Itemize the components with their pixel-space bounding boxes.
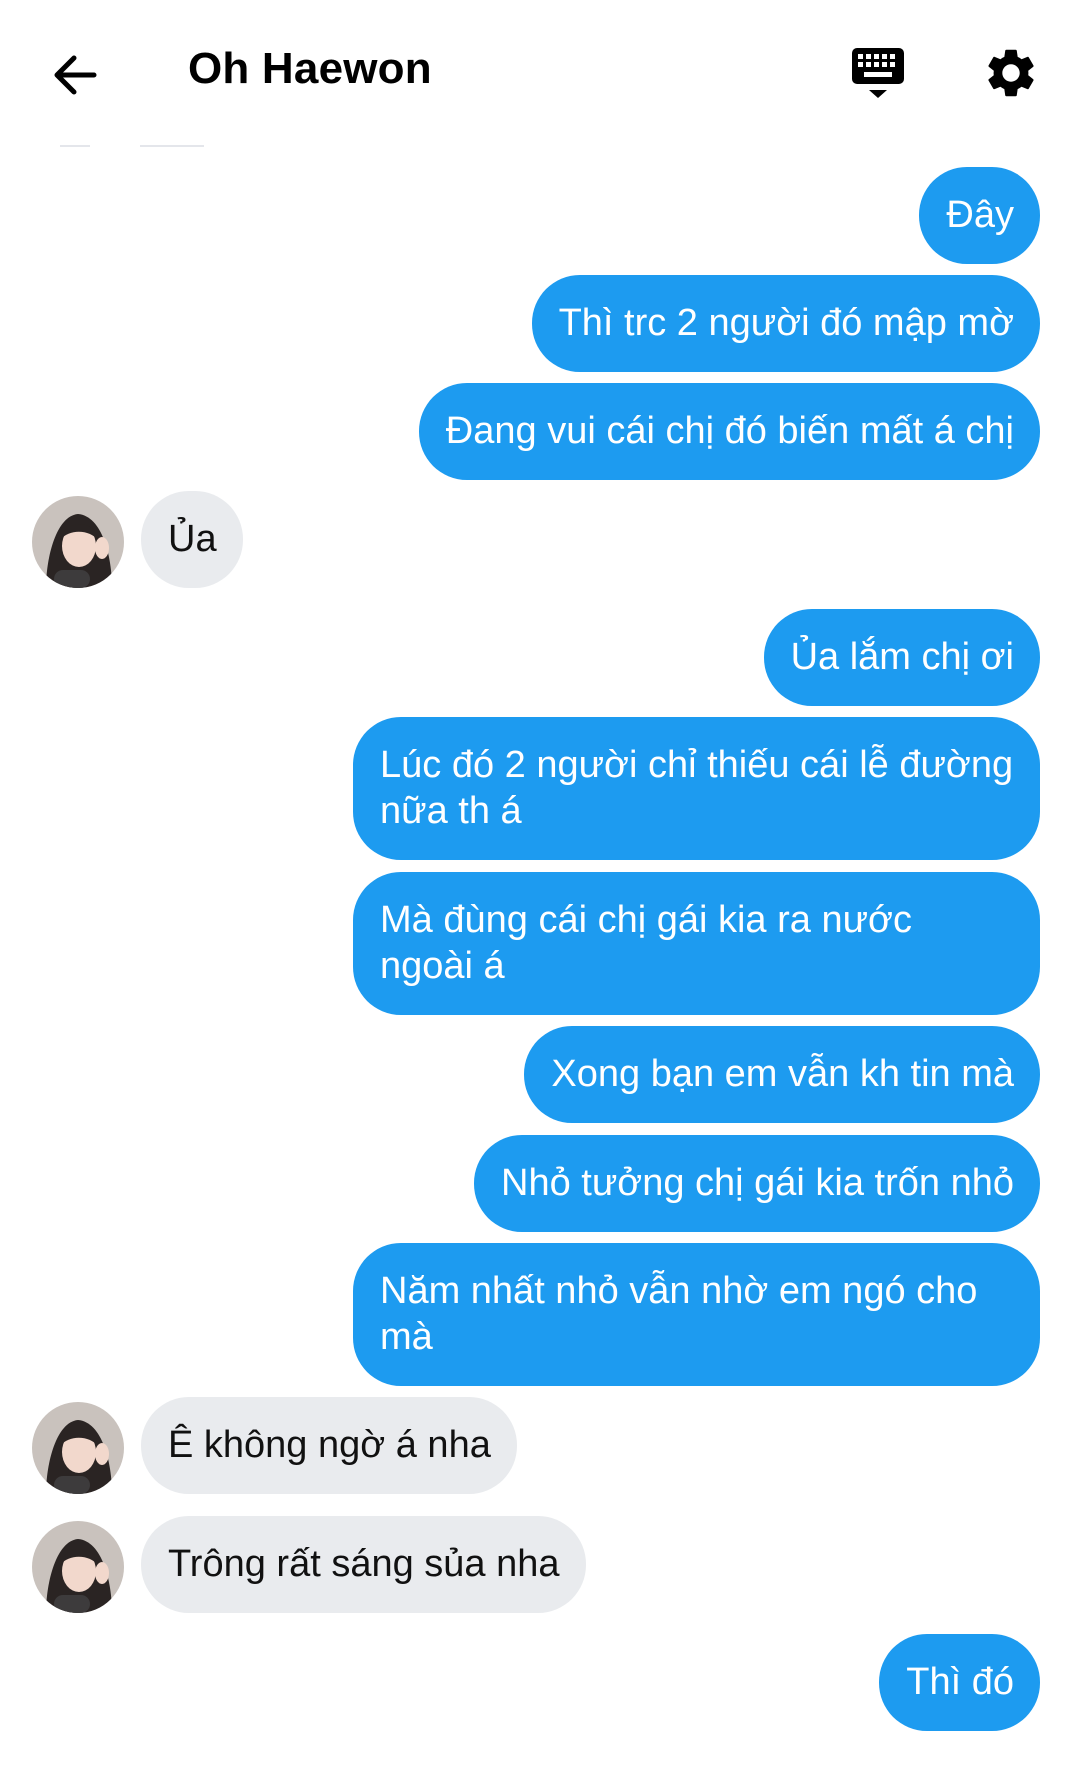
- chat-header: Oh Haewon: [0, 0, 1080, 150]
- received-message[interactable]: Ê không ngờ á nha: [141, 1397, 517, 1494]
- sent-message[interactable]: Xong bạn em vẫn kh tin mà: [524, 1026, 1040, 1123]
- gear-icon: [988, 49, 1034, 97]
- avatar[interactable]: [32, 1402, 124, 1494]
- received-message[interactable]: Ủa: [141, 491, 243, 588]
- sent-message[interactable]: Thì đó: [879, 1634, 1040, 1731]
- contact-name: Oh Haewon: [188, 44, 432, 93]
- sent-message[interactable]: Đây: [919, 167, 1040, 264]
- settings-button[interactable]: [982, 44, 1040, 102]
- scroll-edge-line: [140, 145, 204, 147]
- scroll-edge-line: [60, 145, 90, 147]
- sent-message[interactable]: Đang vui cái chị đó biến mất á chị: [418, 383, 1040, 480]
- keyboard-button[interactable]: [848, 44, 908, 104]
- sent-message[interactable]: Mà đùng cái chị gái kia ra nước ngoài á: [353, 872, 1040, 1015]
- sent-message[interactable]: Nhỏ tưởng chị gái kia trốn nhỏ: [474, 1135, 1040, 1232]
- contact-photo-icon: [32, 1402, 124, 1494]
- sent-message[interactable]: Lúc đó 2 người chỉ thiếu cái lễ đường nữ…: [353, 717, 1040, 860]
- contact-photo-icon: [32, 1521, 124, 1613]
- received-message[interactable]: Trông rất sáng sủa nha: [141, 1516, 586, 1613]
- sent-message[interactable]: Thì trc 2 người đó mập mờ: [531, 275, 1040, 372]
- arrow-left-icon: [54, 55, 97, 95]
- contact-photo-icon: [32, 496, 124, 588]
- keyboard-icon: [852, 48, 904, 98]
- sent-message[interactable]: Ủa lắm chị ơi: [763, 609, 1040, 706]
- avatar[interactable]: [32, 496, 124, 588]
- sent-message[interactable]: Năm nhất nhỏ vẫn nhờ em ngó cho mà: [353, 1243, 1040, 1386]
- avatar[interactable]: [32, 1521, 124, 1613]
- back-button[interactable]: [40, 40, 110, 110]
